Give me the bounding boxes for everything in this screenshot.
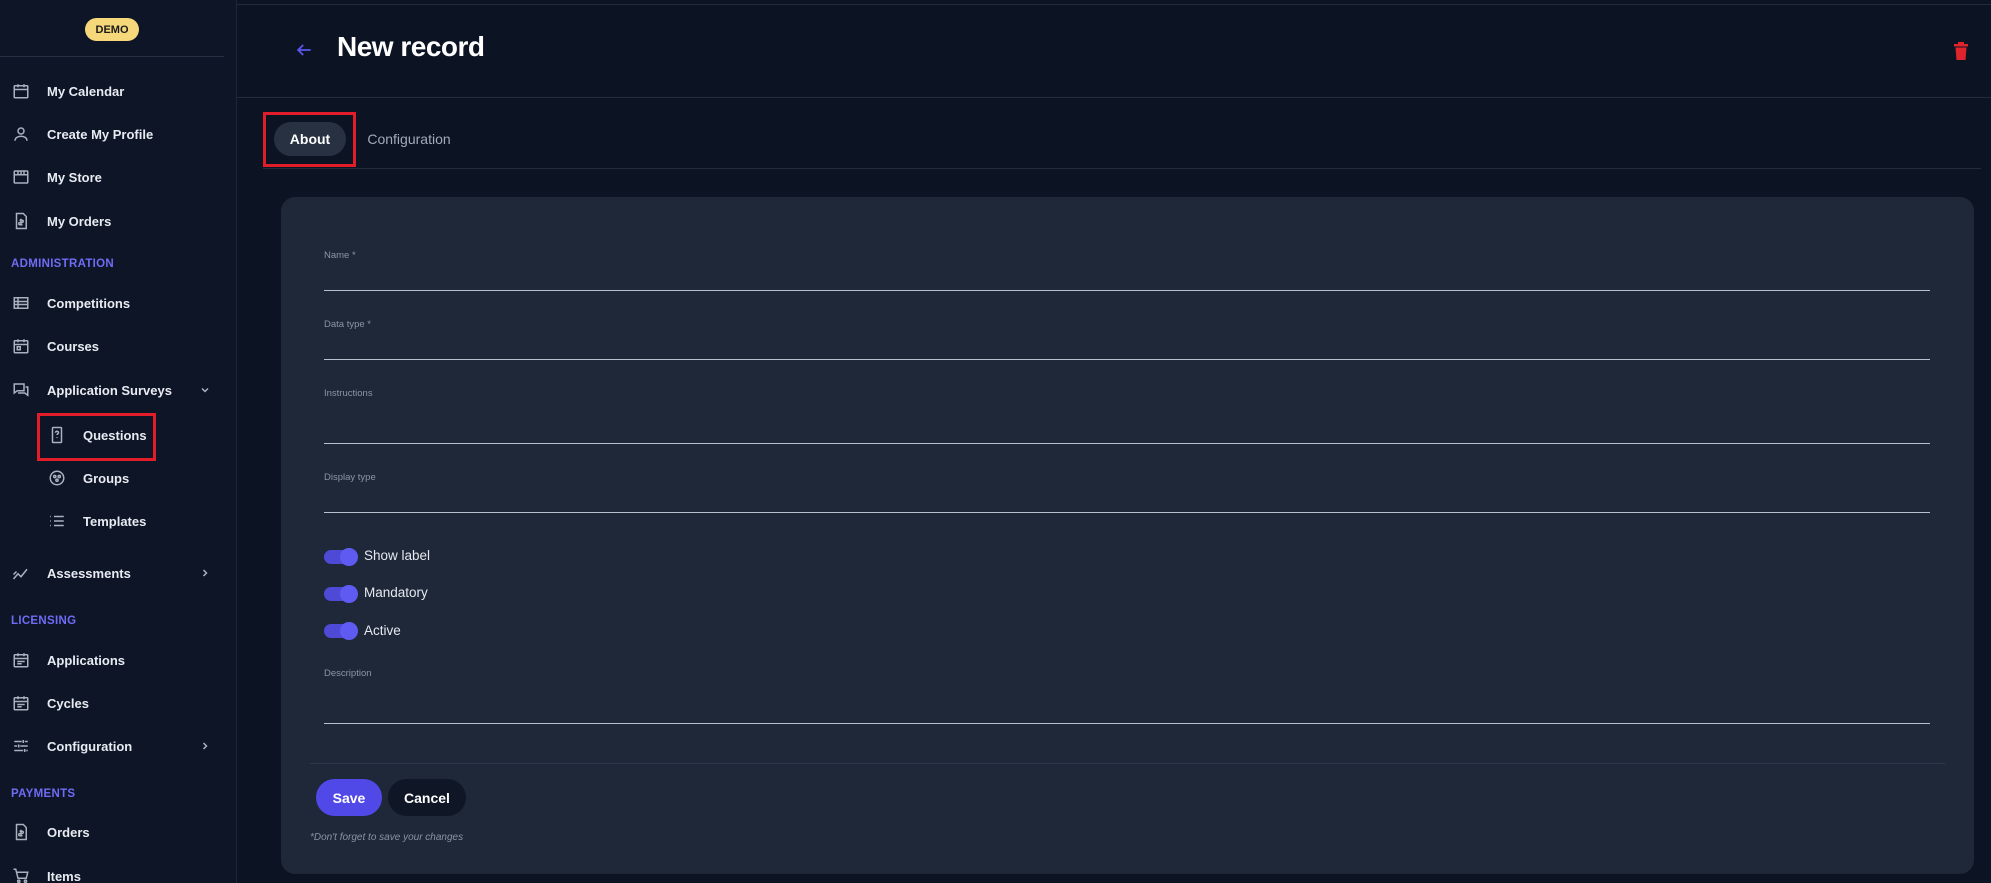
receipt-icon <box>11 211 31 231</box>
back-arrow-icon[interactable] <box>294 40 314 60</box>
sidebar-item-courses[interactable]: Courses <box>0 331 236 361</box>
mandatory-toggle[interactable] <box>324 585 358 603</box>
mandatory-toggle-label: Mandatory <box>364 585 428 600</box>
toggle-knob <box>340 585 358 603</box>
tabs-divider <box>263 168 1981 169</box>
sidebar-item-label: Items <box>47 868 81 883</box>
sidebar: DEMO My Calendar Create My Profile My St… <box>0 0 237 883</box>
sidebar-item-label: Application Surveys <box>47 382 172 398</box>
sidebar-item-cycles[interactable]: Cycles <box>0 688 236 718</box>
sidebar-item-items[interactable]: Items <box>0 861 236 883</box>
sidebar-item-label: My Calendar <box>47 83 125 99</box>
active-toggle[interactable] <box>324 622 358 640</box>
cancel-button[interactable]: Cancel <box>388 779 466 816</box>
sidebar-item-my-orders[interactable]: My Orders <box>0 206 236 236</box>
page-title: New record <box>337 31 485 62</box>
demo-badge: DEMO <box>85 18 139 41</box>
sidebar-item-templates[interactable]: Templates <box>0 506 236 536</box>
sidebar-item-label: Orders <box>47 824 90 840</box>
calendar-icon <box>11 81 31 101</box>
instructions-field[interactable] <box>324 443 1930 444</box>
chevron-right-icon[interactable] <box>199 567 211 579</box>
sidebar-item-my-calendar[interactable]: My Calendar <box>0 76 236 106</box>
list-bullets-icon <box>47 511 67 531</box>
sidebar-item-application-surveys[interactable]: Application Surveys <box>0 375 236 405</box>
sidebar-item-label: Cycles <box>47 695 89 711</box>
sidebar-item-label: Configuration <box>47 738 133 754</box>
questions-highlight <box>37 413 156 461</box>
about-tab-highlight <box>263 112 356 167</box>
sidebar-item-orders[interactable]: Orders <box>0 817 236 847</box>
store-icon <box>11 167 31 187</box>
sidebar-divider <box>0 56 224 57</box>
sidebar-item-label: Courses <box>47 338 100 354</box>
sidebar-item-label: Competitions <box>47 295 131 311</box>
form-card <box>281 197 1974 874</box>
cart-icon <box>11 866 31 883</box>
name-field[interactable] <box>324 290 1930 291</box>
description-field-label: Description <box>324 668 372 679</box>
sidebar-item-configuration[interactable]: Configuration <box>0 731 236 761</box>
receipt-icon <box>11 822 31 842</box>
trash-icon[interactable] <box>1953 41 1971 61</box>
top-divider <box>237 4 1991 5</box>
sidebar-item-assessments[interactable]: Assessments <box>0 558 236 588</box>
active-toggle-label: Active <box>364 623 401 638</box>
sidebar-item-competitions[interactable]: Competitions <box>0 288 236 318</box>
trend-icon <box>11 563 31 583</box>
save-reminder-note: *Don't forget to save your changes <box>310 832 464 843</box>
chevron-down-icon[interactable] <box>199 384 211 396</box>
sidebar-item-label: Create My Profile <box>47 126 154 142</box>
data-type-field-label: Data type * <box>324 319 371 330</box>
sidebar-item-label: Assessments <box>47 565 131 581</box>
sidebar-item-create-my-profile[interactable]: Create My Profile <box>0 119 236 149</box>
tune-icon <box>11 736 31 756</box>
sidebar-item-groups[interactable]: Groups <box>0 463 236 493</box>
show-label-toggle-label: Show label <box>364 548 431 563</box>
person-icon <box>11 124 31 144</box>
card-divider <box>310 763 1945 764</box>
header-divider <box>237 97 1991 98</box>
sidebar-item-label: Groups <box>83 470 130 486</box>
name-field-label: Name * <box>324 250 356 261</box>
list-icon <box>11 293 31 313</box>
calendar-icon <box>11 336 31 356</box>
sidebar-item-label: Applications <box>47 652 126 668</box>
sidebar-item-label: My Orders <box>47 213 112 229</box>
event-note-icon <box>11 650 31 670</box>
save-button[interactable]: Save <box>316 779 382 816</box>
section-administration: ADMINISTRATION <box>11 258 115 270</box>
description-field[interactable] <box>324 723 1930 724</box>
display-type-field[interactable] <box>324 512 1930 513</box>
tab-configuration[interactable]: Configuration <box>362 122 456 156</box>
sidebar-item-my-store[interactable]: My Store <box>0 162 236 192</box>
groups-icon <box>47 468 67 488</box>
chevron-right-icon[interactable] <box>199 740 211 752</box>
toggle-knob <box>340 622 358 640</box>
sidebar-item-label: Templates <box>83 513 147 529</box>
sidebar-item-applications[interactable]: Applications <box>0 645 236 675</box>
forum-icon <box>11 380 31 400</box>
data-type-field[interactable] <box>324 359 1930 360</box>
event-note-icon <box>11 693 31 713</box>
display-type-field-label: Display type <box>324 472 376 483</box>
instructions-field-label: Instructions <box>324 388 373 399</box>
sidebar-item-label: My Store <box>47 169 102 185</box>
section-licensing: LICENSING <box>11 615 77 627</box>
section-payments: PAYMENTS <box>11 788 76 800</box>
show-label-toggle[interactable] <box>324 548 358 566</box>
toggle-knob <box>340 548 358 566</box>
